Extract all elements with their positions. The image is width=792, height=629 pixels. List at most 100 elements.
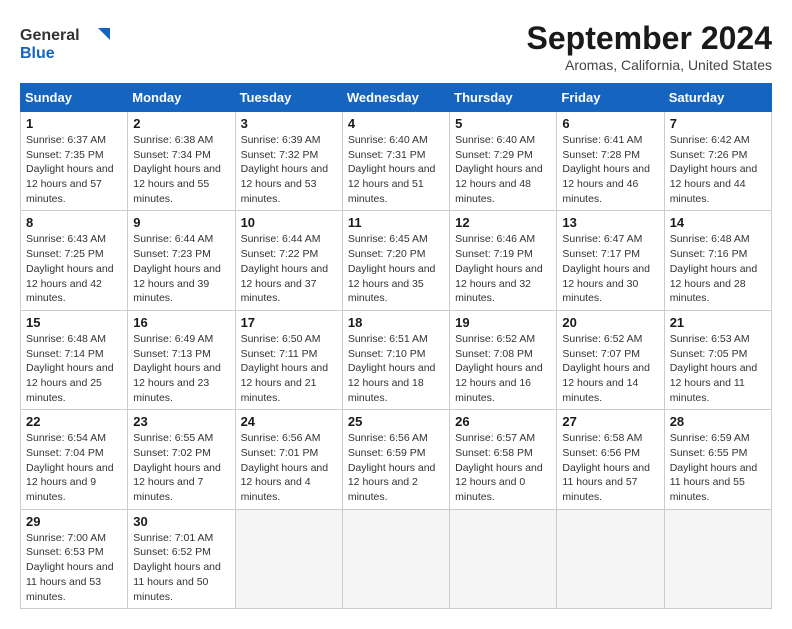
day-content: Sunrise: 6:47 AMSunset: 7:17 PMDaylight … [562,232,658,305]
svg-text:General: General [20,27,80,44]
day-number: 3 [241,116,337,131]
table-row [557,509,664,608]
day-content: Sunrise: 6:53 AMSunset: 7:05 PMDaylight … [670,332,766,405]
table-row: 13Sunrise: 6:47 AMSunset: 7:17 PMDayligh… [557,211,664,310]
calendar-subtitle: Aromas, California, United States [527,57,772,73]
day-content: Sunrise: 7:01 AMSunset: 6:52 PMDaylight … [133,531,229,604]
table-row: 30 Sunrise: 7:01 AMSunset: 6:52 PMDayligh… [128,509,235,608]
col-wednesday: Wednesday [342,84,449,112]
col-thursday: Thursday [450,84,557,112]
table-row: 21 Sunrise: 6:53 AMSunset: 7:05 PMDayligh… [664,310,771,409]
day-content: Sunrise: 6:58 AMSunset: 6:56 PMDaylight … [562,431,658,504]
day-content: Sunrise: 6:49 AMSunset: 7:13 PMDaylight … [133,332,229,405]
day-content: Sunrise: 6:50 AMSunset: 7:11 PMDaylight … [241,332,337,405]
day-content: Sunrise: 6:38 AMSunset: 7:34 PMDaylight … [133,133,229,206]
table-row: 11 Sunrise: 6:45 AMSunset: 7:20 PMDayligh… [342,211,449,310]
day-content: Sunrise: 6:59 AMSunset: 6:55 PMDaylight … [670,431,766,504]
table-row: 18 Sunrise: 6:51 AMSunset: 7:10 PMDayligh… [342,310,449,409]
table-row: 24 Sunrise: 6:56 AMSunset: 7:01 PMDayligh… [235,410,342,509]
logo-icon: General Blue [20,20,110,65]
day-content: Sunrise: 6:44 AMSunset: 7:23 PMDaylight … [133,232,229,305]
table-row [664,509,771,608]
day-number: 19 [455,315,551,330]
table-row: 12 Sunrise: 6:46 AMSunset: 7:19 PMDayligh… [450,211,557,310]
calendar-week-row: 1Sunrise: 6:37 AMSunset: 7:35 PMDaylight… [21,112,772,211]
table-row: 4Sunrise: 6:40 AMSunset: 7:31 PMDaylight… [342,112,449,211]
day-content: Sunrise: 6:42 AMSunset: 7:26 PMDaylight … [670,133,766,206]
col-saturday: Saturday [664,84,771,112]
day-number: 6 [562,116,658,131]
day-content: Sunrise: 6:46 AMSunset: 7:19 PMDaylight … [455,232,551,305]
day-number: 12 [455,215,551,230]
table-row: 23 Sunrise: 6:55 AMSunset: 7:02 PMDayligh… [128,410,235,509]
day-content: Sunrise: 6:37 AMSunset: 7:35 PMDaylight … [26,133,122,206]
day-content: Sunrise: 6:40 AMSunset: 7:29 PMDaylight … [455,133,551,206]
table-row: 1Sunrise: 6:37 AMSunset: 7:35 PMDaylight… [21,112,128,211]
day-content: Sunrise: 6:56 AMSunset: 7:01 PMDaylight … [241,431,337,504]
table-row [450,509,557,608]
day-number: 28 [670,414,766,429]
day-number: 15 [26,315,122,330]
day-number: 25 [348,414,444,429]
day-content: Sunrise: 7:00 AMSunset: 6:53 PMDaylight … [26,531,122,604]
calendar-week-row: 29 Sunrise: 7:00 AMSunset: 6:53 PMDayligh… [21,509,772,608]
day-content: Sunrise: 6:52 AMSunset: 7:07 PMDaylight … [562,332,658,405]
calendar-table: Sunday Monday Tuesday Wednesday Thursday… [20,83,772,609]
day-number: 5 [455,116,551,131]
table-row: 28 Sunrise: 6:59 AMSunset: 6:55 PMDayligh… [664,410,771,509]
day-number: 20 [562,315,658,330]
col-tuesday: Tuesday [235,84,342,112]
day-number: 18 [348,315,444,330]
calendar-week-row: 15 Sunrise: 6:48 AMSunset: 7:14 PMDayligh… [21,310,772,409]
day-content: Sunrise: 6:48 AMSunset: 7:16 PMDaylight … [670,232,766,305]
day-content: Sunrise: 6:48 AMSunset: 7:14 PMDaylight … [26,332,122,405]
table-row: 10 Sunrise: 6:44 AMSunset: 7:22 PMDayligh… [235,211,342,310]
day-content: Sunrise: 6:56 AMSunset: 6:59 PMDaylight … [348,431,444,504]
day-number: 21 [670,315,766,330]
table-row: 16 Sunrise: 6:49 AMSunset: 7:13 PMDayligh… [128,310,235,409]
day-number: 7 [670,116,766,131]
day-content: Sunrise: 6:39 AMSunset: 7:32 PMDaylight … [241,133,337,206]
table-row [342,509,449,608]
day-number: 29 [26,514,122,529]
day-number: 24 [241,414,337,429]
col-sunday: Sunday [21,84,128,112]
table-row: 7 Sunrise: 6:42 AMSunset: 7:26 PMDaylight… [664,112,771,211]
day-number: 10 [241,215,337,230]
day-content: Sunrise: 6:44 AMSunset: 7:22 PMDaylight … [241,232,337,305]
day-content: Sunrise: 6:51 AMSunset: 7:10 PMDaylight … [348,332,444,405]
table-row: 22Sunrise: 6:54 AMSunset: 7:04 PMDayligh… [21,410,128,509]
day-number: 26 [455,414,551,429]
col-monday: Monday [128,84,235,112]
day-content: Sunrise: 6:45 AMSunset: 7:20 PMDaylight … [348,232,444,305]
day-number: 14 [670,215,766,230]
logo: General Blue [20,20,110,65]
table-row: 29 Sunrise: 7:00 AMSunset: 6:53 PMDayligh… [21,509,128,608]
table-row: 20 Sunrise: 6:52 AMSunset: 7:07 PMDayligh… [557,310,664,409]
day-content: Sunrise: 6:57 AMSunset: 6:58 PMDaylight … [455,431,551,504]
day-number: 8 [26,215,122,230]
table-row: 8Sunrise: 6:43 AMSunset: 7:25 PMDaylight… [21,211,128,310]
day-number: 17 [241,315,337,330]
day-number: 11 [348,215,444,230]
day-content: Sunrise: 6:55 AMSunset: 7:02 PMDaylight … [133,431,229,504]
calendar-title: September 2024 [527,20,772,57]
day-number: 23 [133,414,229,429]
table-row: 6Sunrise: 6:41 AMSunset: 7:28 PMDaylight… [557,112,664,211]
col-friday: Friday [557,84,664,112]
table-row: 2 Sunrise: 6:38 AMSunset: 7:34 PMDaylight… [128,112,235,211]
calendar-week-row: 8Sunrise: 6:43 AMSunset: 7:25 PMDaylight… [21,211,772,310]
table-row: 3 Sunrise: 6:39 AMSunset: 7:32 PMDaylight… [235,112,342,211]
table-row: 15 Sunrise: 6:48 AMSunset: 7:14 PMDayligh… [21,310,128,409]
table-row: 5 Sunrise: 6:40 AMSunset: 7:29 PMDaylight… [450,112,557,211]
day-number: 2 [133,116,229,131]
calendar-week-row: 22Sunrise: 6:54 AMSunset: 7:04 PMDayligh… [21,410,772,509]
day-number: 9 [133,215,229,230]
day-number: 27 [562,414,658,429]
table-row: 9 Sunrise: 6:44 AMSunset: 7:23 PMDaylight… [128,211,235,310]
day-number: 30 [133,514,229,529]
table-row: 19Sunrise: 6:52 AMSunset: 7:08 PMDayligh… [450,310,557,409]
table-row [235,509,342,608]
table-row: 26 Sunrise: 6:57 AMSunset: 6:58 PMDayligh… [450,410,557,509]
day-number: 16 [133,315,229,330]
